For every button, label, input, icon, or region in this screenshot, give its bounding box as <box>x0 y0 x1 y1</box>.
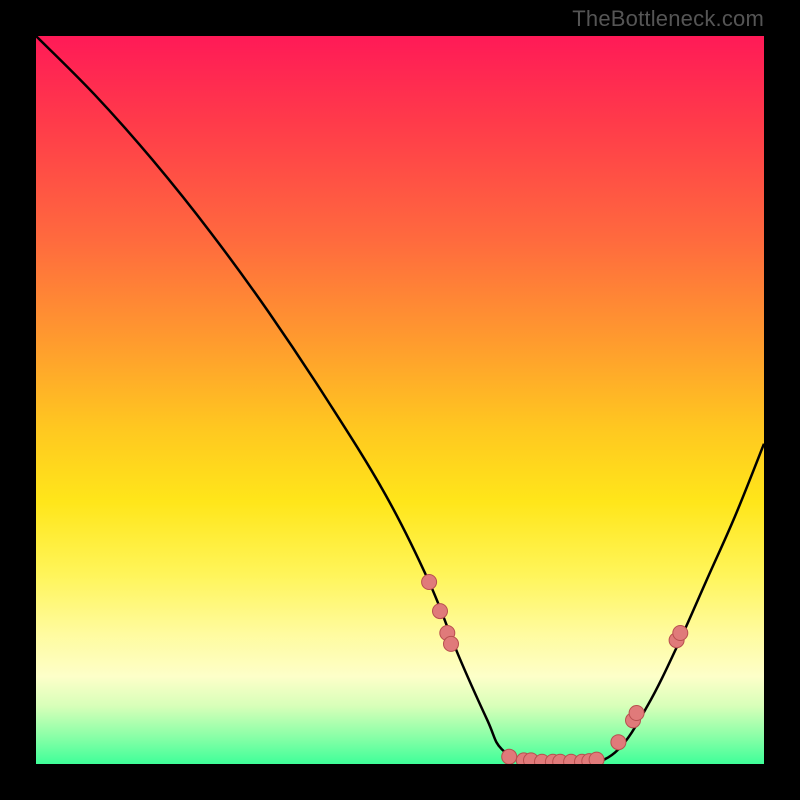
curve-layer <box>36 36 764 764</box>
data-point <box>444 636 459 651</box>
data-point <box>629 706 644 721</box>
data-markers <box>422 575 688 765</box>
bottleneck-curve <box>36 36 764 764</box>
plot-area <box>36 36 764 764</box>
chart-frame: TheBottleneck.com <box>0 0 800 800</box>
data-point <box>502 749 517 764</box>
data-point <box>433 604 448 619</box>
data-point <box>611 735 626 750</box>
data-point <box>422 575 437 590</box>
data-point <box>673 626 688 641</box>
data-point <box>589 752 604 764</box>
attribution-label: TheBottleneck.com <box>572 6 764 32</box>
